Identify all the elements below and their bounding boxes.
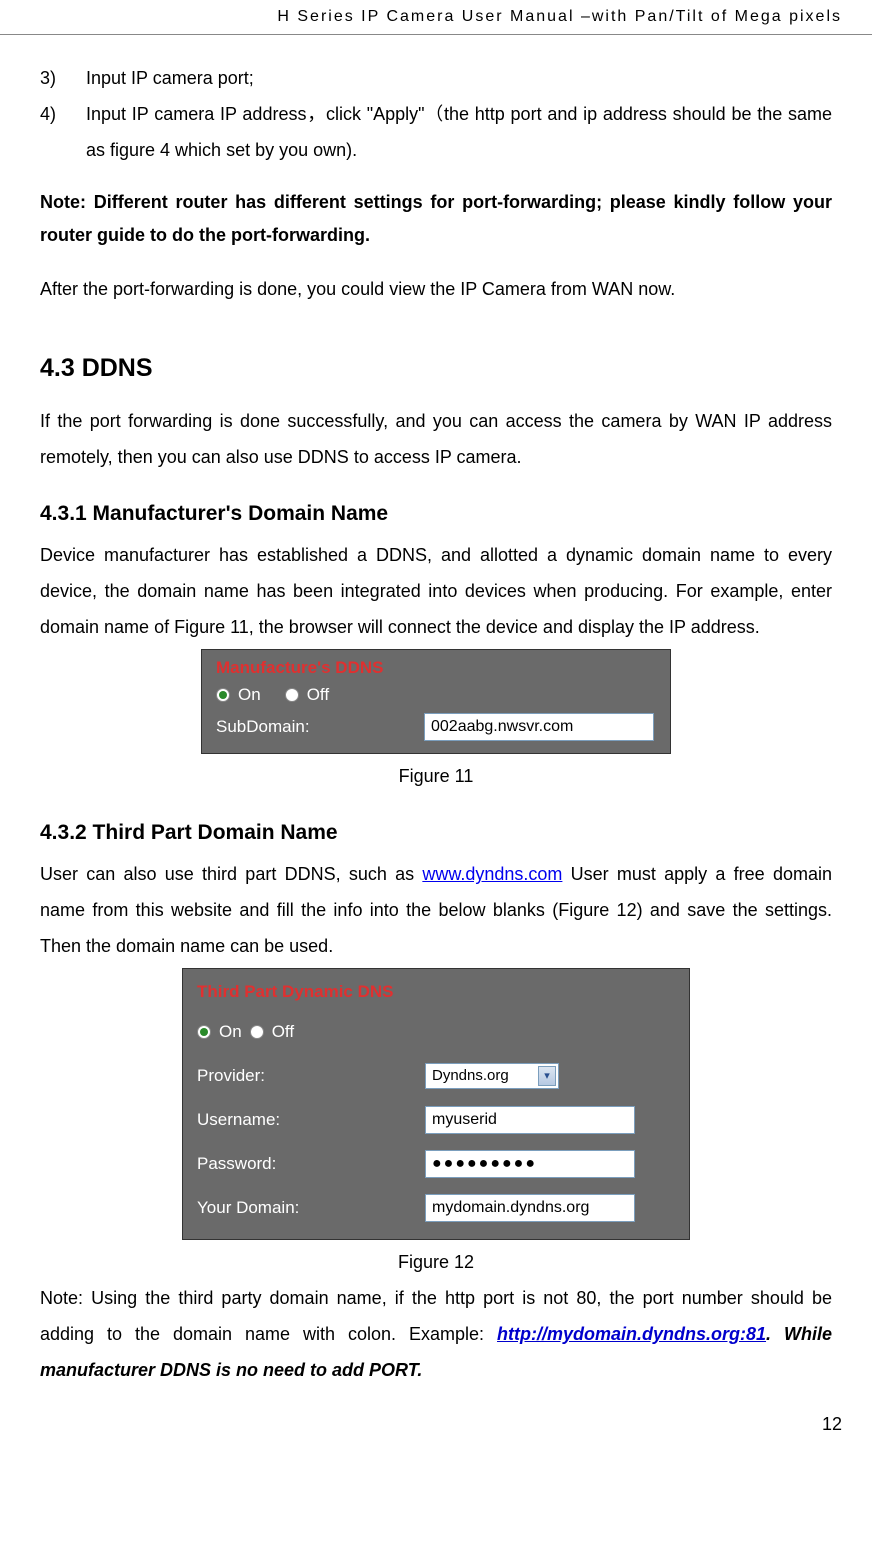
list-text: Input IP camera port; bbox=[86, 60, 832, 96]
radio-off[interactable] bbox=[285, 688, 299, 702]
section-4-3-1-title: 4.3.1 Manufacturer's Domain Name bbox=[40, 493, 832, 535]
list-text: Input IP camera IP address，click "Apply"… bbox=[86, 96, 832, 168]
section-4-3-2-title: 4.3.2 Third Part Domain Name bbox=[40, 812, 832, 854]
username-row: Username: myuserid bbox=[197, 1103, 675, 1137]
dyndns-link[interactable]: www.dyndns.com bbox=[422, 864, 562, 884]
ddns-on-off-row: On Off bbox=[216, 683, 656, 707]
panel-title: Third Part Dynamic DNS bbox=[197, 975, 675, 1009]
domain-input[interactable]: mydomain.dyndns.org bbox=[425, 1194, 635, 1222]
radio-on[interactable] bbox=[197, 1025, 211, 1039]
provider-row: Provider: Dyndns.org ▾ bbox=[197, 1059, 675, 1093]
note-paragraph: Note: Different router has different set… bbox=[40, 186, 832, 253]
panel-title: Manufacture's DDNS bbox=[216, 656, 656, 680]
radio-off-label: Off bbox=[272, 1015, 294, 1049]
subdomain-input[interactable]: 002aabg.nwsvr.com bbox=[424, 713, 654, 741]
figure-12: Third Part Dynamic DNS On Off Provider: … bbox=[40, 968, 832, 1240]
radio-on[interactable] bbox=[216, 688, 230, 702]
list-number: 4) bbox=[40, 96, 68, 168]
note-paragraph-2: Note: Using the third party domain name,… bbox=[40, 1280, 832, 1388]
figure-11: Manufacture's DDNS On Off SubDomain: 002… bbox=[40, 649, 832, 755]
thirdparty-ddns-panel: Third Part Dynamic DNS On Off Provider: … bbox=[182, 968, 690, 1240]
password-input[interactable]: ●●●●●●●●● bbox=[425, 1150, 635, 1178]
radio-on-label: On bbox=[238, 683, 261, 707]
domain-row: Your Domain: mydomain.dyndns.org bbox=[197, 1191, 675, 1225]
provider-label: Provider: bbox=[197, 1059, 417, 1093]
password-label: Password: bbox=[197, 1147, 417, 1181]
provider-select[interactable]: Dyndns.org ▾ bbox=[425, 1063, 559, 1089]
paragraph: User can also use third part DDNS, such … bbox=[40, 856, 832, 964]
radio-on-label: On bbox=[219, 1015, 242, 1049]
page-content: 3) Input IP camera port; 4) Input IP cam… bbox=[0, 35, 872, 1408]
manufacturer-ddns-panel: Manufacture's DDNS On Off SubDomain: 002… bbox=[201, 649, 671, 755]
example-url-link[interactable]: http://mydomain.dyndns.org:81 bbox=[497, 1324, 766, 1344]
paragraph: After the port-forwarding is done, you c… bbox=[40, 271, 832, 307]
figure-12-caption: Figure 12 bbox=[40, 1244, 832, 1280]
domain-label: Your Domain: bbox=[197, 1191, 417, 1225]
chevron-down-icon[interactable]: ▾ bbox=[538, 1066, 556, 1086]
list-number: 3) bbox=[40, 60, 68, 96]
radio-off-label: Off bbox=[307, 683, 329, 707]
paragraph: Device manufacturer has established a DD… bbox=[40, 537, 832, 645]
radio-off[interactable] bbox=[250, 1025, 264, 1039]
subdomain-label: SubDomain: bbox=[216, 715, 416, 739]
provider-value: Dyndns.org bbox=[432, 1061, 509, 1091]
page-header: H Series IP Camera User Manual –with Pan… bbox=[0, 0, 872, 35]
ddns-on-off-row: On Off bbox=[197, 1015, 675, 1049]
subdomain-row: SubDomain: 002aabg.nwsvr.com bbox=[216, 713, 656, 741]
text-fragment: User can also use third part DDNS, such … bbox=[40, 864, 422, 884]
list-item-4: 4) Input IP camera IP address，click "App… bbox=[40, 96, 832, 168]
page-number: 12 bbox=[0, 1408, 872, 1447]
paragraph: If the port forwarding is done successfu… bbox=[40, 403, 832, 475]
password-row: Password: ●●●●●●●●● bbox=[197, 1147, 675, 1181]
username-input[interactable]: myuserid bbox=[425, 1106, 635, 1134]
section-4-3-title: 4.3 DDNS bbox=[40, 343, 832, 393]
username-label: Username: bbox=[197, 1103, 417, 1137]
figure-11-caption: Figure 11 bbox=[40, 758, 832, 794]
list-item-3: 3) Input IP camera port; bbox=[40, 60, 832, 96]
